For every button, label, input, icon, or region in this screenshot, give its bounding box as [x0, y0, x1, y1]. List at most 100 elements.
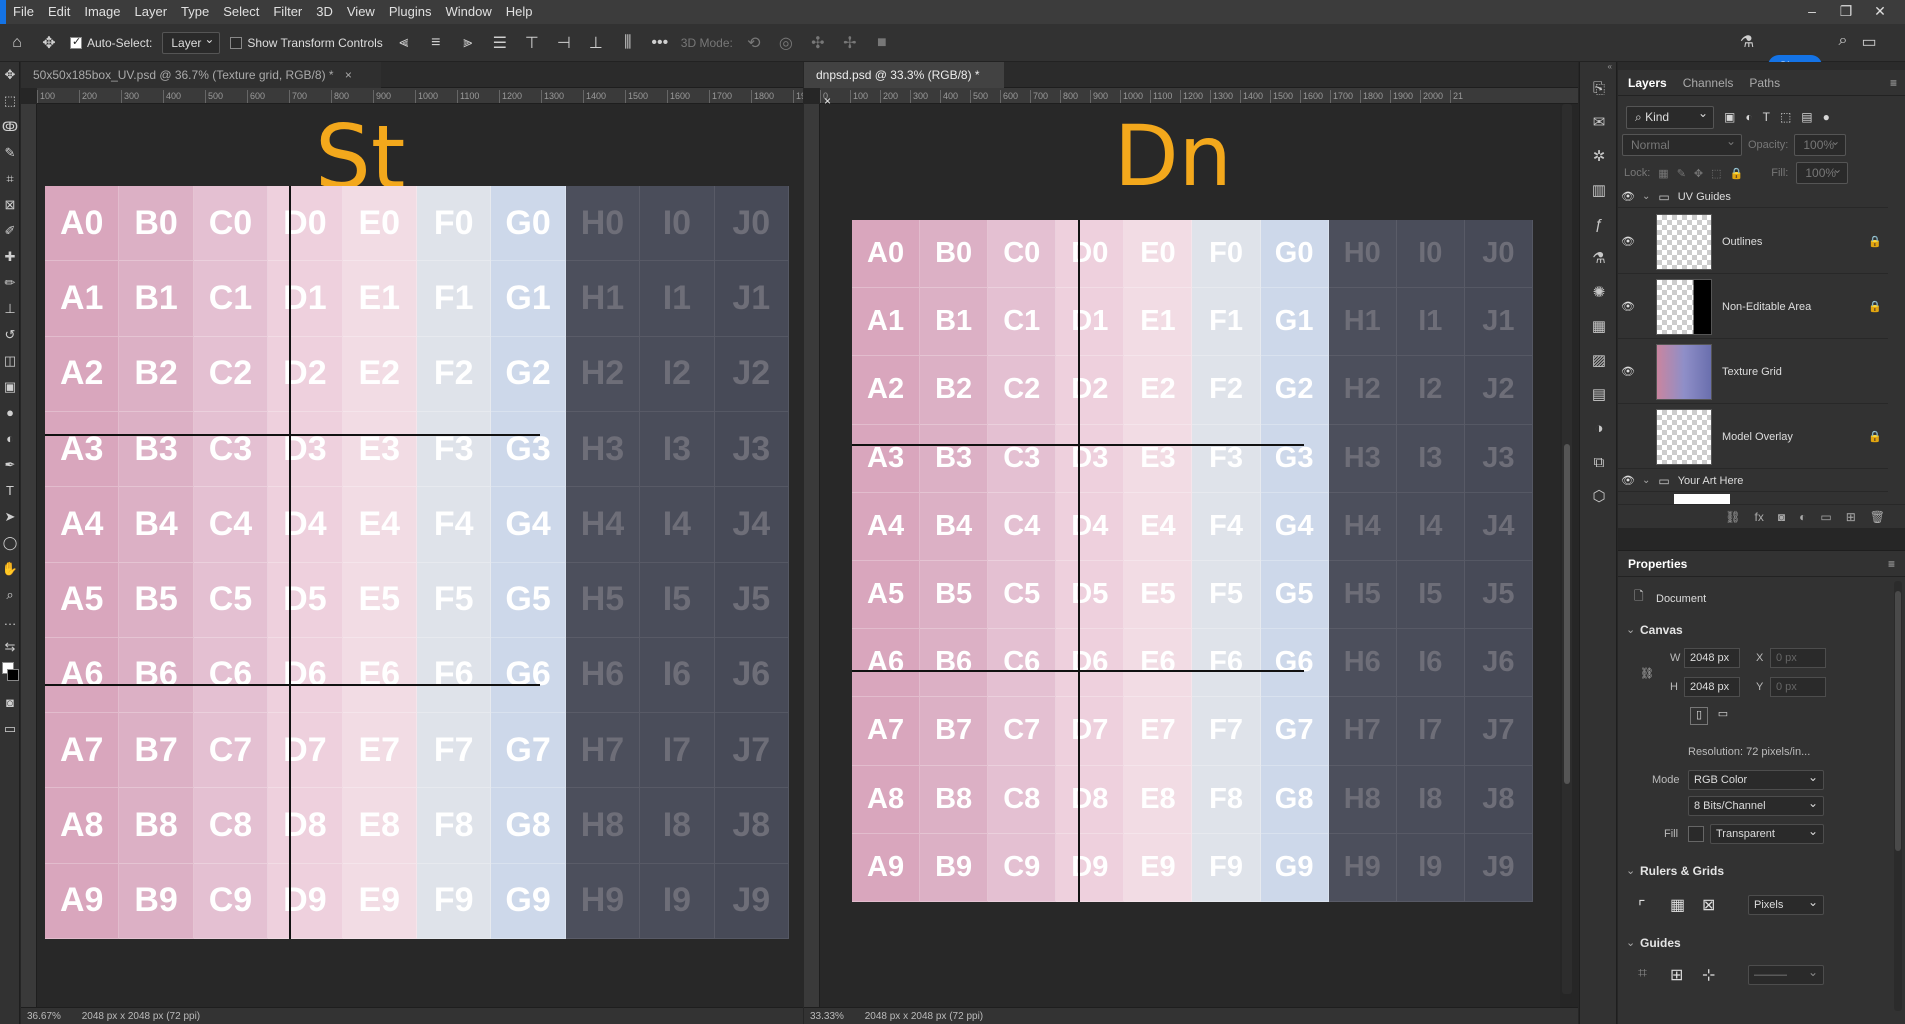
patterns-panel-icon[interactable]: ▤	[1580, 378, 1618, 412]
menu-help[interactable]: Help	[499, 0, 540, 24]
guides-section-title[interactable]: Guides	[1640, 936, 1681, 950]
eyedropper-tool-icon[interactable]: ✐	[0, 218, 20, 244]
layer-non-editable-area[interactable]: 👁 Non-Editable Area 🔒	[1618, 275, 1888, 339]
menu-edit[interactable]: Edit	[41, 0, 77, 24]
menu-select[interactable]: Select	[216, 0, 266, 24]
hand-tool-icon[interactable]: ✋	[0, 556, 20, 582]
history-panel-icon[interactable]: ⎘	[1580, 72, 1618, 106]
3d-panel-icon[interactable]: ⬡	[1580, 480, 1618, 514]
y-field[interactable]: 0 px	[1770, 677, 1826, 697]
tab-channels[interactable]: Channels	[1683, 76, 1734, 90]
chevron-down-icon[interactable]: ⌄	[1642, 191, 1650, 202]
menu-file[interactable]: File	[6, 0, 41, 24]
home-icon[interactable]: ⌂	[6, 34, 28, 52]
dodge-tool-icon[interactable]: ◐	[0, 426, 20, 452]
camera-3d-icon[interactable]: ■	[871, 34, 893, 52]
history-brush-icon[interactable]: ↺	[0, 322, 20, 348]
styles-panel-icon[interactable]: ƒ	[1580, 208, 1618, 242]
quick-mask-icon[interactable]: ◙	[0, 690, 20, 716]
lock-position-icon[interactable]: ✥	[1694, 167, 1703, 180]
auto-select-target-dropdown[interactable]: Layer	[162, 31, 221, 54]
delete-layer-icon[interactable]: 🗑	[1870, 510, 1885, 524]
color-swatches[interactable]	[0, 660, 19, 690]
healing-tool-icon[interactable]: ✚	[0, 244, 20, 270]
ruler-icon[interactable]: ⌜	[1638, 897, 1646, 917]
height-field[interactable]: 2048 px	[1684, 677, 1740, 697]
blur-tool-icon[interactable]: ●	[0, 400, 20, 426]
auto-select-checkbox[interactable]: Auto-Select:	[70, 35, 152, 50]
align-right-icon[interactable]: ⫸	[457, 34, 479, 52]
pen-tool-icon[interactable]: ✒	[0, 452, 20, 478]
chevron-down-icon[interactable]: ⌄	[1626, 623, 1635, 636]
tab-paths[interactable]: Paths	[1749, 76, 1780, 90]
bit-depth-dropdown[interactable]: 8 Bits/Channel	[1688, 796, 1824, 816]
zoom-level[interactable]: 33.33%	[810, 1011, 844, 1022]
background-color-swatch[interactable]	[7, 669, 19, 681]
document-tab-2[interactable]: dnpsd.psd @ 33.3% (RGB/8) * ×	[804, 62, 1004, 108]
align-center-icon[interactable]: ≡	[425, 34, 447, 52]
chevron-down-icon[interactable]: ⌄	[1626, 936, 1635, 949]
layer-texture-grid[interactable]: 👁 Texture Grid	[1618, 340, 1888, 404]
path-select-icon[interactable]: ➤	[0, 504, 20, 530]
align-top-icon[interactable]: ⊤	[521, 33, 543, 53]
guide-style-dropdown[interactable]: ———	[1748, 965, 1824, 985]
fill-swatch[interactable]	[1688, 826, 1704, 842]
portrait-orientation-icon[interactable]: ▯	[1690, 707, 1708, 725]
menu-layer[interactable]: Layer	[128, 0, 175, 24]
guides-from-shape-icon[interactable]: ⊹	[1702, 965, 1715, 985]
x-field[interactable]: 0 px	[1770, 648, 1826, 668]
search-icon[interactable]: ⌕	[1832, 32, 1854, 50]
slide-3d-icon[interactable]: ✢	[839, 33, 861, 53]
zoom-level[interactable]: 36.67%	[27, 1011, 61, 1022]
distribute-vertical-icon[interactable]: ⫼	[617, 34, 639, 52]
lock-transparent-icon[interactable]: ▦	[1658, 167, 1668, 180]
histogram-panel-icon[interactable]: ▥	[1580, 174, 1618, 208]
swap-colors-icon[interactable]: ⇆	[0, 634, 20, 660]
color-panel-icon[interactable]: ✺	[1580, 276, 1618, 310]
fill-field[interactable]: 100%	[1796, 162, 1849, 184]
lock-artboard-icon[interactable]: ⬚	[1711, 167, 1721, 180]
orbit-3d-icon[interactable]: ⟲	[743, 33, 765, 53]
frame-tool-icon[interactable]: ⊠	[0, 192, 20, 218]
panel-menu-icon[interactable]: ≡	[1890, 76, 1897, 90]
menu-window[interactable]: Window	[438, 0, 498, 24]
filter-adjustment-icon[interactable]: ◐	[1745, 110, 1752, 124]
show-transform-checkbox[interactable]: Show Transform Controls	[230, 36, 383, 50]
flask-icon[interactable]: ⚗	[1736, 32, 1758, 52]
lock-pixels-icon[interactable]: ✎	[1677, 167, 1686, 180]
workspace-icon[interactable]: ▭	[1858, 32, 1880, 52]
filter-type-icon[interactable]: T	[1763, 110, 1770, 124]
panel-menu-icon[interactable]: ≡	[1888, 557, 1895, 571]
align-bottom-icon[interactable]: ⊥	[585, 33, 607, 53]
new-group-icon[interactable]: ▭	[1820, 510, 1831, 524]
new-layer-icon[interactable]: ⊞	[1846, 510, 1856, 524]
add-guide-icon[interactable]: ⊞	[1670, 965, 1683, 985]
menu-filter[interactable]: Filter	[266, 0, 309, 24]
visibility-eye-icon[interactable]: 👁	[1618, 190, 1638, 203]
gradient-tool-icon[interactable]: ▣	[0, 374, 20, 400]
pan-3d-icon[interactable]: ✣	[807, 33, 829, 53]
gradients-panel-icon[interactable]: ▨	[1580, 344, 1618, 378]
layer-outlines[interactable]: 👁 Outlines 🔒	[1618, 210, 1888, 274]
crop-tool-icon[interactable]: ⌗	[0, 166, 20, 192]
more-tools-icon[interactable]: …	[0, 608, 20, 634]
chevron-down-icon[interactable]: ⌄	[1626, 864, 1635, 877]
swatches-panel-icon[interactable]: ▦	[1580, 310, 1618, 344]
quick-select-tool-icon[interactable]: ✎	[0, 140, 20, 166]
move-tool-icon[interactable]: ✥	[38, 33, 60, 53]
navigator-panel-icon[interactable]: ✲	[1580, 140, 1618, 174]
adjustments-panel-icon[interactable]: ◑	[1580, 412, 1618, 446]
fx-icon[interactable]: fx	[1755, 510, 1764, 524]
eraser-tool-icon[interactable]: ◫	[0, 348, 20, 374]
add-mask-icon[interactable]: ◙	[1778, 510, 1785, 524]
properties-scrollbar[interactable]	[1894, 581, 1902, 1011]
ruler-units-dropdown[interactable]: Pixels	[1748, 895, 1824, 915]
scrollbar-thumb[interactable]	[1564, 444, 1570, 784]
menu-type[interactable]: Type	[174, 0, 216, 24]
visibility-eye-icon[interactable]: 👁	[1618, 474, 1638, 487]
brush-tool-icon[interactable]: ✏	[0, 270, 20, 296]
align-middle-icon[interactable]: ⊣	[553, 33, 575, 53]
shape-tool-icon[interactable]: ◯	[0, 530, 20, 556]
move-tool-icon[interactable]: ✥	[0, 62, 20, 88]
color-mode-dropdown[interactable]: RGB Color	[1688, 770, 1824, 790]
